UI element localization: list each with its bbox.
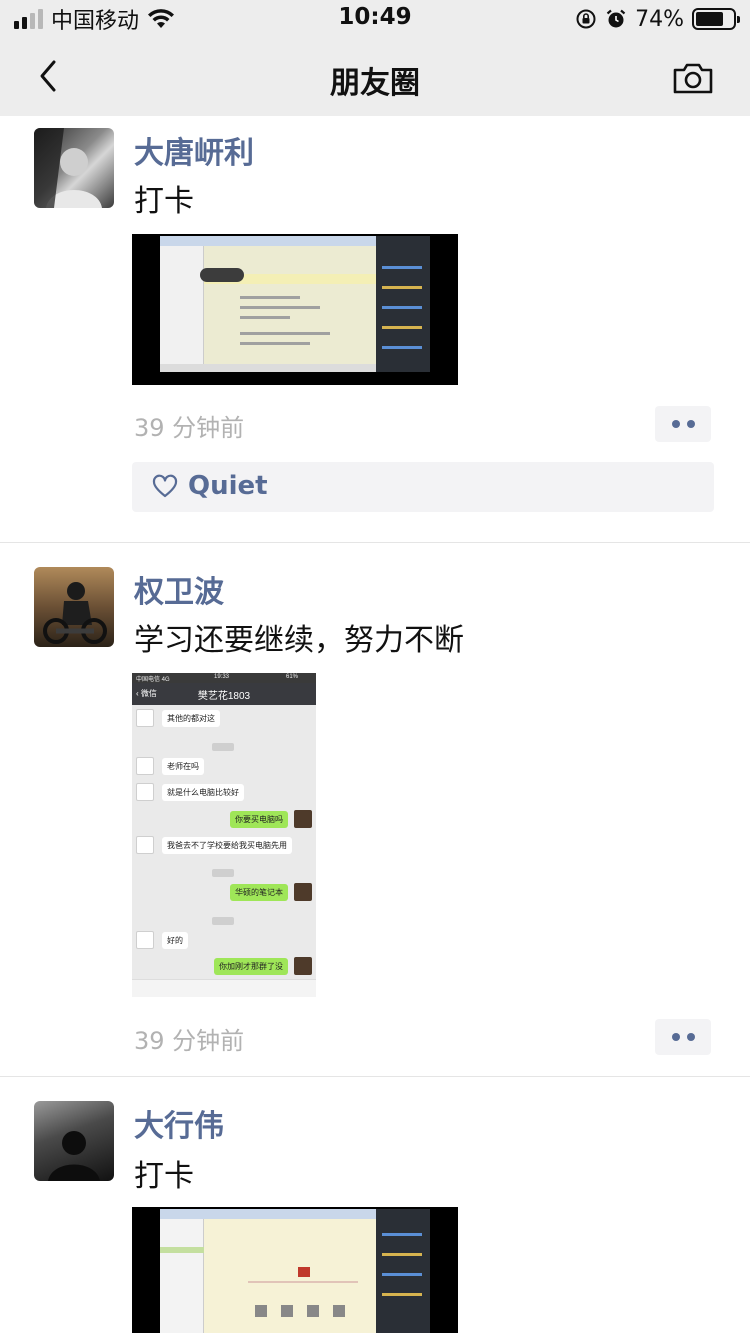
mock-avatar (294, 883, 312, 901)
mock-battery: 61% (285, 674, 298, 680)
heart-icon (152, 474, 178, 498)
likes-box: Quiet (132, 462, 714, 512)
avatar-photo (43, 582, 107, 644)
mock-avatar (136, 757, 154, 775)
mock-message-bubble: 华硕的笔记本 (230, 884, 288, 901)
mock-carrier: 中国电信 4G (136, 677, 170, 683)
like-username[interactable]: Quiet (188, 471, 268, 501)
mock-message-row: 我爸去不了学校要给我买电脑先用 (132, 836, 316, 856)
mock-message-bubble: 我爸去不了学校要给我买电脑先用 (162, 837, 292, 854)
status-right: 74% (575, 6, 740, 32)
mock-message-row: 好的 (132, 931, 316, 951)
post-image[interactable] (132, 1207, 458, 1333)
post-timestamp: 39 分钟前 (134, 1027, 245, 1055)
mock-message-bubble: 你加刚才那群了没 (214, 958, 288, 975)
mock-avatar (136, 783, 154, 801)
screen-editor (160, 236, 376, 372)
mock-time-divider (212, 869, 234, 877)
mock-header: ‹ 微信 樊艺花1803 (132, 683, 316, 705)
battery-icon (692, 8, 740, 30)
mock-time-divider (212, 743, 234, 751)
post-text: 学习还要继续，努力不断 (134, 623, 464, 658)
avatar[interactable] (34, 567, 114, 647)
post-image[interactable]: 中国电信 4G 19:33 61% ‹ 微信 樊艺花1803 其他的都对这 老师在… (132, 673, 316, 997)
mock-avatar (136, 836, 154, 854)
screen-editor (160, 1209, 376, 1333)
nav-bar: 朋友圈 (0, 38, 750, 116)
mock-status-bar: 中国电信 4G 19:33 61% (132, 673, 316, 683)
mock-message-bubble: 老师在吗 (162, 758, 204, 775)
avatar-photo (48, 1131, 100, 1181)
post: 大行伟 打卡 (0, 1077, 750, 1333)
post-timestamp: 39 分钟前 (134, 414, 245, 442)
more-options-button[interactable] (655, 406, 711, 442)
mock-avatar (136, 931, 154, 949)
post: 权卫波 学习还要继续，努力不断 中国电信 4G 19:33 61% ‹ 微信 樊… (0, 543, 750, 1076)
mock-message-bubble: 就是什么电脑比较好 (162, 784, 244, 801)
mock-message-row: 老师在吗 (132, 757, 316, 777)
page-title: 朋友圈 (330, 66, 420, 101)
status-bar: 中国移动 10:49 74% (0, 0, 750, 38)
post-text: 打卡 (134, 184, 194, 219)
mock-message-bubble: 好的 (162, 932, 188, 949)
post-username[interactable]: 权卫波 (134, 567, 224, 611)
mock-title: 樊艺花1803 (197, 691, 251, 702)
chat-screenshot: 中国电信 4G 19:33 61% ‹ 微信 樊艺花1803 其他的都对这 老师在… (132, 673, 316, 997)
post-image[interactable] (132, 234, 458, 385)
mock-input-bar (132, 979, 316, 997)
mock-avatar (294, 957, 312, 975)
post-username[interactable]: 大行伟 (134, 1101, 224, 1145)
more-options-button[interactable] (655, 1019, 711, 1055)
battery-percent: 74% (635, 6, 684, 32)
mock-message-bubble: 你要买电脑吗 (230, 811, 288, 828)
camera-icon[interactable] (672, 60, 714, 96)
mock-message-row: 其他的都对这 (132, 709, 316, 729)
mock-message-row: 你要买电脑吗 (132, 810, 316, 830)
post-username[interactable]: 大唐岍利 (134, 128, 254, 172)
avatar-photo (34, 128, 102, 208)
avatar[interactable] (34, 128, 114, 208)
avatar[interactable] (34, 1101, 114, 1181)
mock-time-divider (212, 917, 234, 925)
orientation-lock-icon (576, 9, 596, 29)
mock-message-bubble: 其他的都对这 (162, 710, 220, 727)
mock-time: 19:33 (214, 674, 230, 680)
mock-message-row: 就是什么电脑比较好 (132, 783, 316, 803)
mock-message-row: 华硕的笔记本 (132, 883, 316, 903)
post-text: 打卡 (134, 1159, 194, 1194)
post: 大唐岍利 打卡 39 分钟前 Quiet (0, 116, 750, 542)
mock-message-row: 你加刚才那群了没 (132, 957, 316, 977)
screen-side-panel (376, 236, 430, 372)
screen-side-panel (376, 1209, 430, 1333)
alarm-icon (606, 9, 626, 28)
mock-avatar (136, 709, 154, 727)
mock-avatar (294, 810, 312, 828)
moments-feed[interactable]: 大唐岍利 打卡 39 分钟前 Quiet 权卫波 学习还要继续，努力不断 中国电… (0, 116, 750, 1333)
